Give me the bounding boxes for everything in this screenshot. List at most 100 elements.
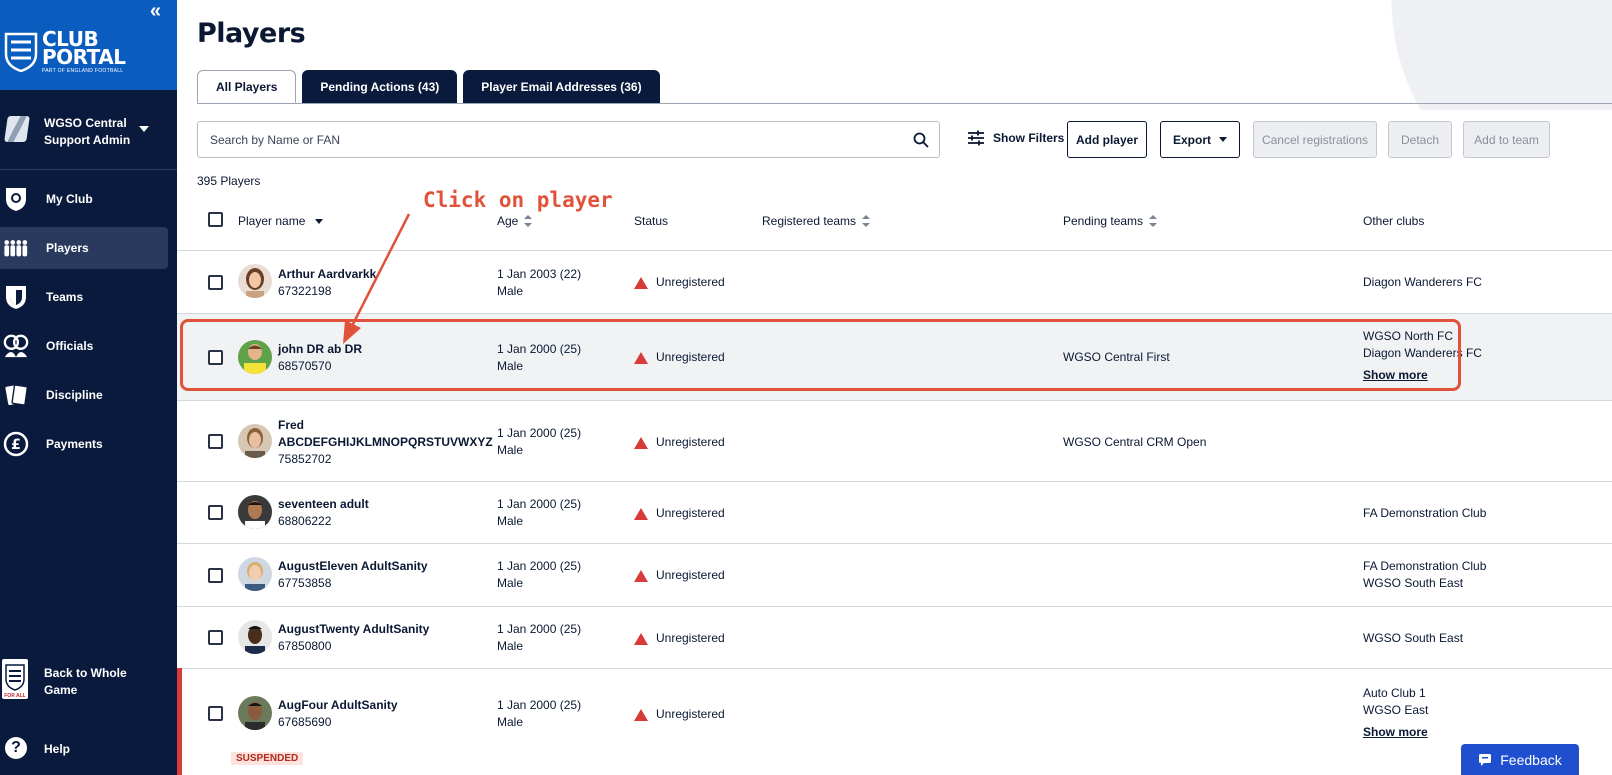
other-club: Auto Club 1: [1363, 686, 1426, 700]
sidebar-item-officials[interactable]: Officials: [0, 325, 168, 367]
help-label: Help: [44, 742, 71, 756]
search-icon[interactable]: [903, 132, 939, 148]
player-name[interactable]: AugFour AdultSanity: [278, 697, 398, 714]
column-header-age[interactable]: Age: [497, 214, 533, 228]
tab-pending-actions[interactable]: Pending Actions (43): [302, 70, 458, 103]
player-name[interactable]: AugustEleven AdultSanity: [278, 558, 428, 575]
status-badge: Unregistered: [634, 706, 725, 723]
player-gender: Male: [497, 639, 524, 653]
export-button[interactable]: Export: [1160, 121, 1240, 158]
back-to-whole-game-label: Back to Whole Game: [44, 666, 127, 697]
cards-icon: [3, 382, 29, 408]
player-fan: 75852702: [278, 452, 332, 466]
tab-all-players[interactable]: All Players: [197, 70, 297, 103]
player-gender: Male: [497, 576, 524, 590]
sidebar-item-payments[interactable]: £ Payments: [0, 423, 168, 465]
player-name[interactable]: AugustTwenty AdultSanity: [278, 621, 429, 638]
feedback-icon: [1479, 754, 1492, 766]
svg-text:£: £: [11, 437, 21, 453]
show-filters-button[interactable]: Show Filters: [967, 130, 1064, 146]
feedback-button[interactable]: Feedback: [1461, 744, 1579, 775]
sidebar-item-my-club[interactable]: My Club: [0, 178, 168, 220]
sidebar-item-label: Payments: [46, 437, 103, 451]
logo-subtitle: PART OF ENGLAND FOOTBALL: [42, 68, 124, 74]
svg-text:FOR ALL: FOR ALL: [4, 693, 25, 699]
cancel-registrations-button[interactable]: Cancel registrations: [1253, 121, 1377, 158]
add-player-button[interactable]: Add player: [1067, 121, 1147, 158]
player-name[interactable]: seventeen adult: [278, 496, 369, 513]
player-dob: 1 Jan 2003 (22): [497, 267, 582, 281]
avatar: [238, 264, 272, 298]
sidebar-item-teams[interactable]: Teams: [0, 276, 168, 318]
chevron-down-icon[interactable]: [139, 126, 149, 132]
tab-divider: [197, 103, 1612, 104]
pound-icon: £: [3, 431, 29, 457]
status-badge: Unregistered: [634, 567, 725, 584]
annotation-arrow-icon: [343, 213, 411, 344]
page-title: Players: [197, 18, 306, 49]
row-checkbox[interactable]: [208, 275, 223, 290]
player-dob: 1 Jan 2000 (25): [497, 497, 582, 511]
warning-triangle-icon: [634, 276, 648, 289]
help-link[interactable]: ? Help: [0, 735, 177, 765]
player-fan: 67850800: [278, 639, 332, 653]
back-to-whole-game-link[interactable]: FOR ALL Back to Whole Game: [0, 655, 177, 705]
column-header-registered-teams[interactable]: Registered teams: [762, 214, 871, 228]
player-name-line2[interactable]: ABCDEFGHIJKLMNOPQRSTUVWXYZ: [278, 434, 493, 451]
column-header-pending-teams[interactable]: Pending teams: [1063, 214, 1158, 228]
player-count: 395 Players: [197, 174, 261, 188]
table-row[interactable]: seventeen adult 68806222 1 Jan 2000 (25)…: [177, 481, 1612, 543]
player-fan: 68806222: [278, 514, 332, 528]
filter-sliders-icon: [968, 130, 984, 146]
sidebar-item-label: My Club: [46, 192, 93, 206]
player-gender: Male: [497, 284, 524, 298]
search-input[interactable]: [198, 122, 903, 157]
warning-triangle-icon: [634, 708, 648, 721]
player-dob: 1 Jan 2000 (25): [497, 559, 582, 573]
collapse-sidebar-icon[interactable]: «: [150, 0, 161, 23]
select-all-checkbox[interactable]: [208, 212, 223, 227]
warning-triangle-icon: [634, 507, 648, 520]
other-club: FA Demonstration Club: [1363, 559, 1487, 573]
annotation-label: Click on player: [423, 188, 613, 212]
show-more-link[interactable]: Show more: [1363, 724, 1428, 741]
row-checkbox[interactable]: [208, 706, 223, 721]
player-gender: Male: [497, 443, 524, 457]
row-checkbox[interactable]: [208, 568, 223, 583]
sort-icon: [1149, 215, 1158, 227]
status-badge: Unregistered: [634, 274, 725, 291]
avatar: [238, 696, 272, 730]
column-header-player-name[interactable]: Player name: [238, 214, 324, 228]
player-fan: 67685690: [278, 715, 332, 729]
status-badge: Unregistered: [634, 505, 725, 522]
player-fan: 67322198: [278, 284, 332, 298]
suspended-indicator-bar: [177, 668, 182, 775]
add-to-team-button[interactable]: Add to team: [1463, 121, 1550, 158]
org-switcher[interactable]: WGSO Central Support Admin: [0, 108, 177, 170]
sidebar-item-players[interactable]: Players: [0, 227, 168, 269]
show-filters-label: Show Filters: [993, 131, 1065, 145]
club-badge-icon: [4, 116, 30, 142]
sidebar: « CLUB PORTAL PART OF ENGLAND FOOTBALL W…: [0, 0, 177, 775]
tab-player-email-addresses[interactable]: Player Email Addresses (36): [463, 70, 660, 103]
row-checkbox[interactable]: [208, 630, 223, 645]
feedback-label: Feedback: [1500, 752, 1562, 768]
shield-icon: [3, 284, 29, 310]
three-lions-crest-icon: [4, 32, 38, 72]
table-row[interactable]: Fred ABCDEFGHIJKLMNOPQRSTUVWXYZ 75852702…: [177, 400, 1612, 481]
player-gender: Male: [497, 715, 524, 729]
row-checkbox[interactable]: [208, 434, 223, 449]
chevron-down-icon: [1219, 137, 1227, 142]
table-row[interactable]: AugFour AdultSanity 67685690 1 Jan 2000 …: [177, 668, 1612, 775]
table-row[interactable]: AugustTwenty AdultSanity 67850800 1 Jan …: [177, 606, 1612, 668]
avatar: [238, 557, 272, 591]
row-checkbox[interactable]: [208, 505, 223, 520]
detach-button[interactable]: Detach: [1388, 121, 1452, 158]
other-club: WGSO South East: [1363, 576, 1464, 590]
player-name[interactable]: Fred: [278, 417, 304, 434]
warning-triangle-icon: [634, 569, 648, 582]
officials-icon: [3, 333, 29, 359]
sidebar-item-discipline[interactable]: Discipline: [0, 374, 168, 416]
table-row[interactable]: AugustEleven AdultSanity 67753858 1 Jan …: [177, 543, 1612, 606]
club-portal-logo[interactable]: CLUB PORTAL: [42, 29, 126, 67]
